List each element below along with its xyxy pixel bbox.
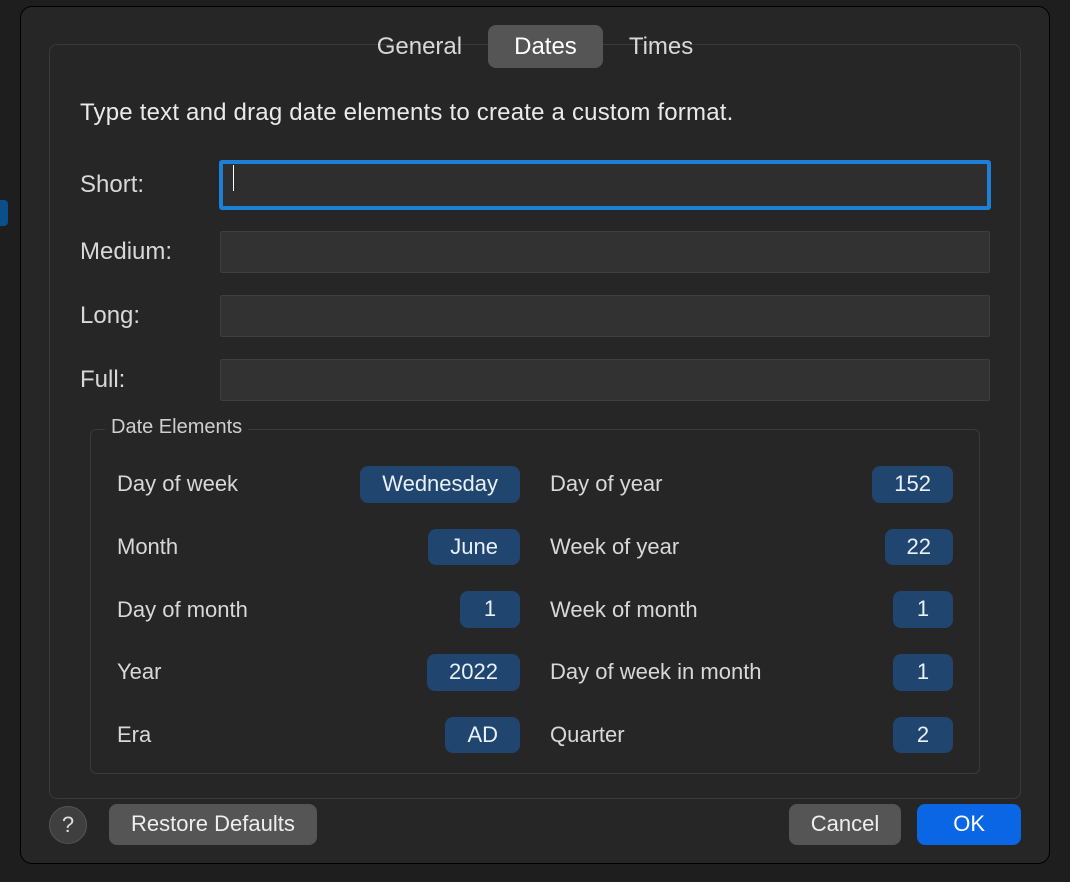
element-label: Day of week	[117, 471, 238, 497]
element-day-of-year: Day of year 152	[550, 466, 953, 503]
element-label: Week of month	[550, 597, 698, 623]
short-format-input[interactable]	[220, 161, 990, 209]
preferences-sheet: General Dates Times Type text and drag d…	[20, 6, 1050, 864]
restore-defaults-button[interactable]: Restore Defaults	[109, 804, 317, 845]
instruction-text: Type text and drag date elements to crea…	[80, 99, 990, 127]
element-label: Day of year	[550, 471, 663, 497]
element-label: Year	[117, 659, 161, 685]
tab-bar: General Dates Times	[21, 25, 1049, 68]
pill-quarter[interactable]: 2	[893, 717, 953, 754]
dates-panel: Type text and drag date elements to crea…	[49, 44, 1021, 799]
element-month: Month June	[117, 529, 520, 566]
short-format-row: Short:	[80, 161, 990, 209]
pill-week-of-month[interactable]: 1	[893, 591, 953, 628]
long-format-row: Long:	[80, 295, 990, 337]
element-day-of-month: Day of month 1	[117, 591, 520, 628]
tab-times[interactable]: Times	[603, 25, 719, 68]
date-elements-title: Date Elements	[105, 416, 248, 439]
pill-day-of-month[interactable]: 1	[460, 591, 520, 628]
element-day-of-week-in-month: Day of week in month 1	[550, 654, 953, 691]
element-label: Quarter	[550, 722, 625, 748]
window-edge-accent	[0, 200, 8, 226]
element-day-of-week: Day of week Wednesday	[117, 466, 520, 503]
pill-day-of-year[interactable]: 152	[872, 466, 953, 503]
element-year: Year 2022	[117, 654, 520, 691]
text-caret	[233, 165, 234, 191]
element-label: Week of year	[550, 534, 679, 560]
pill-month[interactable]: June	[428, 529, 520, 566]
tab-dates[interactable]: Dates	[488, 25, 603, 68]
help-button[interactable]: ?	[49, 806, 87, 844]
pill-week-of-year[interactable]: 22	[885, 529, 953, 566]
element-label: Day of week in month	[550, 659, 762, 685]
pill-day-of-week[interactable]: Wednesday	[360, 466, 520, 503]
full-format-row: Full:	[80, 359, 990, 401]
date-elements-grid: Day of week Wednesday Day of year 152 Mo…	[117, 466, 953, 753]
long-format-input[interactable]	[220, 295, 990, 337]
element-label: Day of month	[117, 597, 248, 623]
ok-button[interactable]: OK	[917, 804, 1021, 845]
medium-format-input[interactable]	[220, 231, 990, 273]
footer-bar: ? Restore Defaults Cancel OK	[49, 804, 1021, 845]
medium-format-row: Medium:	[80, 231, 990, 273]
element-week-of-month: Week of month 1	[550, 591, 953, 628]
medium-label: Medium:	[80, 238, 220, 266]
element-era: Era AD	[117, 717, 520, 754]
short-label: Short:	[80, 171, 220, 199]
full-label: Full:	[80, 366, 220, 394]
pill-day-of-week-in-month[interactable]: 1	[893, 654, 953, 691]
date-elements-box: Date Elements Day of week Wednesday Day …	[90, 429, 980, 774]
element-quarter: Quarter 2	[550, 717, 953, 754]
pill-year[interactable]: 2022	[427, 654, 520, 691]
pill-era[interactable]: AD	[445, 717, 520, 754]
element-label: Era	[117, 722, 151, 748]
cancel-button[interactable]: Cancel	[789, 804, 901, 845]
element-label: Month	[117, 534, 178, 560]
element-week-of-year: Week of year 22	[550, 529, 953, 566]
tab-general[interactable]: General	[351, 25, 488, 68]
tab-segment: General Dates Times	[351, 25, 720, 68]
full-format-input[interactable]	[220, 359, 990, 401]
long-label: Long:	[80, 302, 220, 330]
